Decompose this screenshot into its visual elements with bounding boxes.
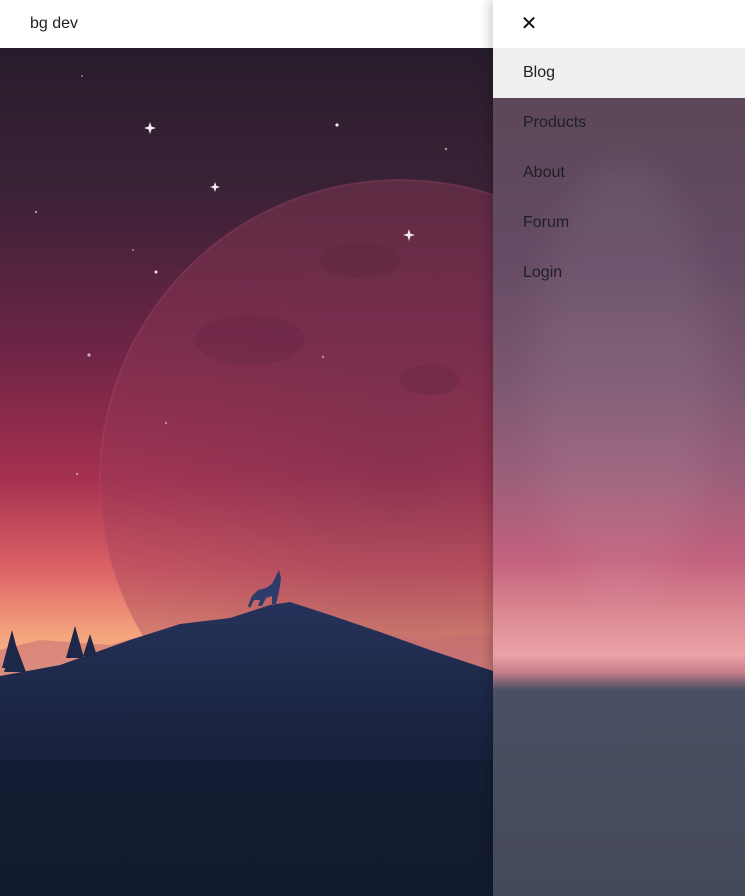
drawer-header: ✕ [493, 0, 745, 48]
menu-item-about[interactable]: About [493, 148, 745, 198]
site-title[interactable]: bg dev [30, 14, 78, 34]
navigation-drawer: ✕ Blog Products About Forum Login [493, 0, 745, 896]
close-icon[interactable]: ✕ [515, 11, 543, 37]
menu-item-login[interactable]: Login [493, 248, 745, 298]
drawer-menu: Blog Products About Forum Login [493, 48, 745, 298]
menu-item-products[interactable]: Products [493, 98, 745, 148]
menu-item-blog[interactable]: Blog [493, 48, 745, 98]
menu-item-forum[interactable]: Forum [493, 198, 745, 248]
